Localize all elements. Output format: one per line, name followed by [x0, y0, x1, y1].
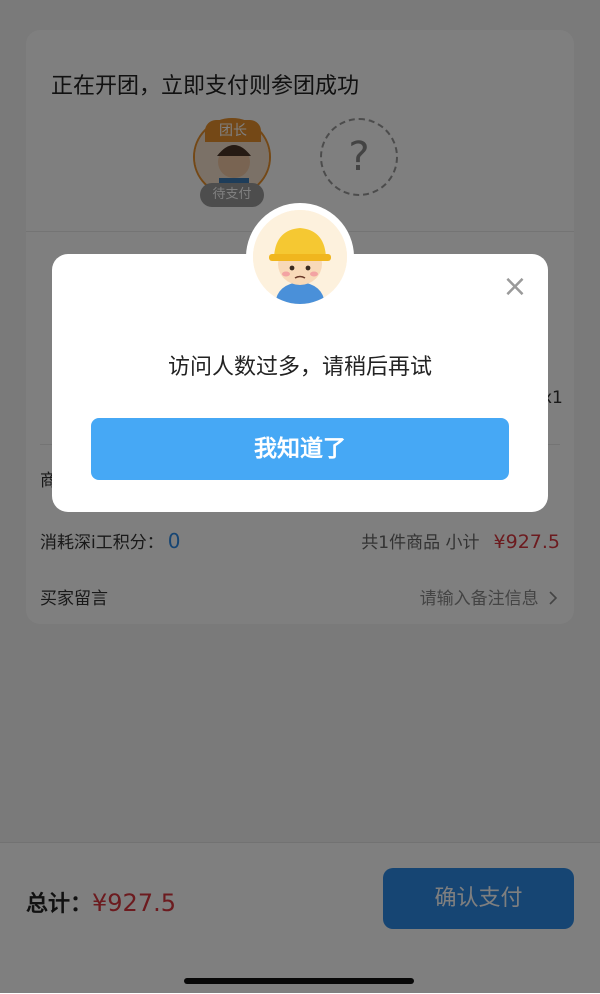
- mascot-avatar: [246, 203, 354, 311]
- close-icon[interactable]: ×: [500, 272, 530, 302]
- acknowledge-button[interactable]: 我知道了: [91, 418, 509, 480]
- dialog-message: 访问人数过多，请稍后再试: [167, 355, 432, 380]
